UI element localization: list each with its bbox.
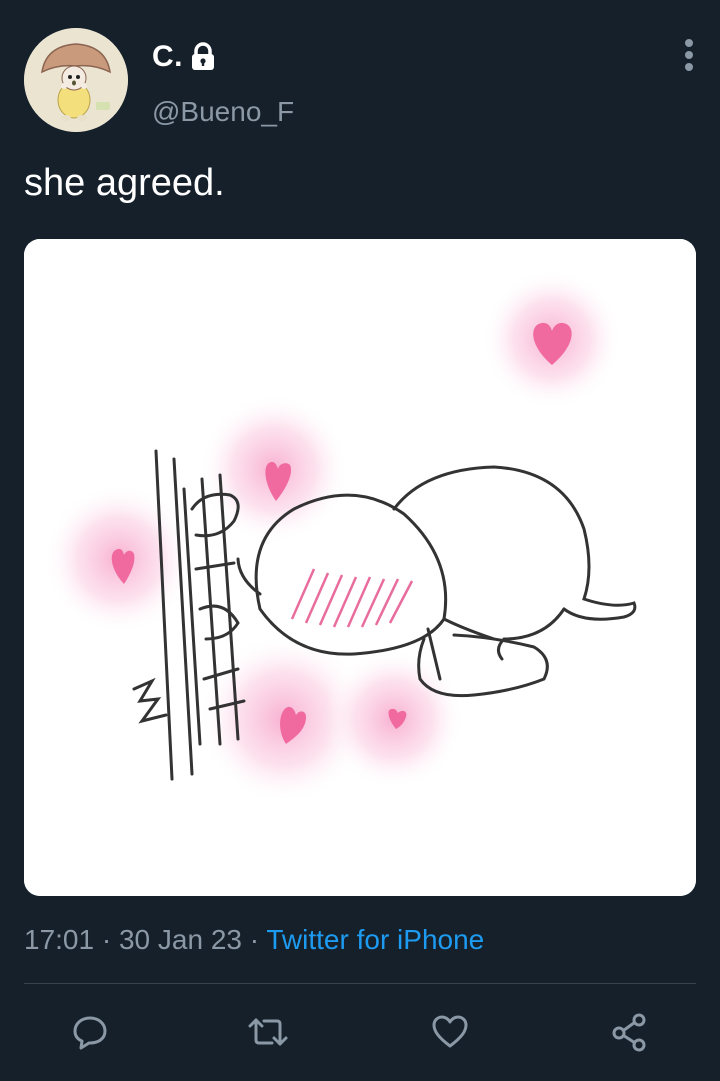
tweet-text: she agreed. xyxy=(24,162,225,204)
share-icon xyxy=(612,1013,646,1052)
mushroom-character-avatar-icon xyxy=(24,28,128,132)
share-button[interactable] xyxy=(608,1010,652,1054)
retweet-icon xyxy=(248,1018,288,1046)
avatar[interactable] xyxy=(24,28,128,132)
drawing-hugging-door-icon xyxy=(24,239,696,896)
tweet-date: 30 Jan 23 xyxy=(118,924,242,955)
lock-icon xyxy=(189,42,217,72)
tweet-time: 17:01 xyxy=(24,924,95,955)
like-button[interactable] xyxy=(428,1010,472,1054)
tweet-media-image[interactable] xyxy=(24,239,696,896)
display-name-row[interactable]: C. xyxy=(152,40,217,74)
tweet-detail: C. @Bueno_F she agreed. 17:01 · 30 Jan 2… xyxy=(0,0,720,1081)
tweet-source-link[interactable]: Twitter for iPhone xyxy=(266,924,484,955)
tweet-metadata: 17:01 · 30 Jan 23 · Twitter for iPhone xyxy=(24,924,484,956)
meta-separator: · xyxy=(249,924,260,955)
more-options-icon[interactable] xyxy=(674,36,704,76)
reply-button[interactable] xyxy=(68,1010,112,1054)
reply-icon xyxy=(73,1016,107,1050)
meta-separator: · xyxy=(101,924,112,955)
display-name: C. xyxy=(152,40,183,73)
heart-icon xyxy=(432,1015,468,1048)
retweet-button[interactable] xyxy=(246,1010,290,1054)
divider xyxy=(24,983,696,984)
user-handle[interactable]: @Bueno_F xyxy=(152,96,294,128)
